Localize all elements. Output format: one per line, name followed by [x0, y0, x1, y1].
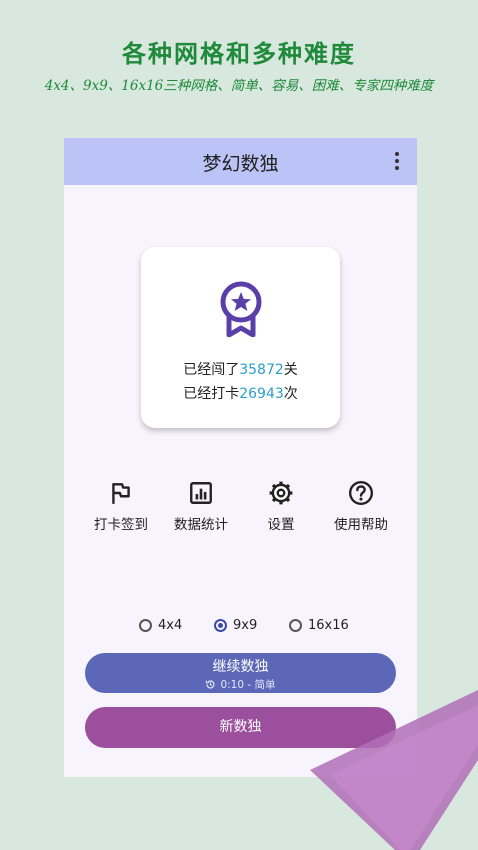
- grid-option-label: 9x9: [233, 618, 258, 633]
- settings-button[interactable]: 设置: [241, 480, 321, 533]
- checkin-value: 26943: [239, 386, 284, 402]
- radio-circle-selected: [214, 619, 227, 632]
- checkin-button[interactable]: 打卡签到: [81, 480, 161, 533]
- statistics-label: 数据统计: [174, 517, 228, 533]
- grid-option-16x16[interactable]: 16x16: [289, 618, 349, 633]
- levels-stat: 已经闯了35872关: [141, 359, 340, 379]
- checkin-stat: 已经打卡26943次: [141, 383, 340, 403]
- grid-option-label: 4x4: [158, 618, 183, 633]
- app-title: 梦幻数独: [202, 153, 279, 175]
- levels-suffix: 关: [283, 362, 298, 378]
- checkin-prefix: 已经打卡: [183, 386, 240, 402]
- settings-label: 设置: [267, 517, 295, 533]
- continue-meta: 0:10 - 简单: [85, 677, 396, 692]
- app-bar: 梦幻数独: [64, 138, 417, 185]
- stats-card: 已经闯了35872关 已经打卡26943次: [141, 247, 340, 428]
- checkin-label: 打卡签到: [94, 517, 148, 533]
- checkin-suffix: 次: [283, 386, 298, 402]
- statistics-button[interactable]: 数据统计: [161, 480, 241, 533]
- bar-chart-icon: [190, 482, 212, 504]
- continue-meta-text: 0:10 - 简单: [220, 679, 276, 691]
- levels-prefix: 已经闯了: [183, 362, 240, 378]
- levels-value: 35872: [239, 362, 284, 378]
- new-sudoku-button[interactable]: 新数独: [85, 707, 396, 748]
- help-label: 使用帮助: [334, 517, 388, 533]
- promo-title: 各种网格和多种难度: [122, 39, 356, 68]
- grid-option-4x4[interactable]: 4x4: [139, 618, 182, 633]
- grid-size-selector: 4x4 9x9 16x16: [64, 618, 417, 638]
- continue-sudoku-button[interactable]: 继续数独 0:10 - 简单: [85, 653, 396, 693]
- radio-circle: [139, 619, 152, 632]
- history-icon: [206, 680, 215, 689]
- continue-label: 继续数独: [212, 659, 269, 675]
- help-icon: [348, 480, 374, 506]
- grid-option-label: 16x16: [308, 618, 349, 633]
- gear-icon: [269, 481, 293, 505]
- grid-option-9x9[interactable]: 9x9: [214, 618, 257, 633]
- help-button[interactable]: 使用帮助: [321, 480, 401, 533]
- radio-circle: [289, 619, 302, 632]
- flag-icon: [112, 483, 130, 504]
- app-screen: 梦幻数独 已经闯了35872关 已经打卡26943次 打卡签到 数据统计 设置 …: [64, 138, 417, 777]
- award-badge-icon: [220, 281, 262, 337]
- promo-subtitle: 4x4、9x9、16x16三种网格、简单、容易、困难、专家四种难度: [44, 78, 434, 94]
- more-options-icon[interactable]: [389, 150, 405, 172]
